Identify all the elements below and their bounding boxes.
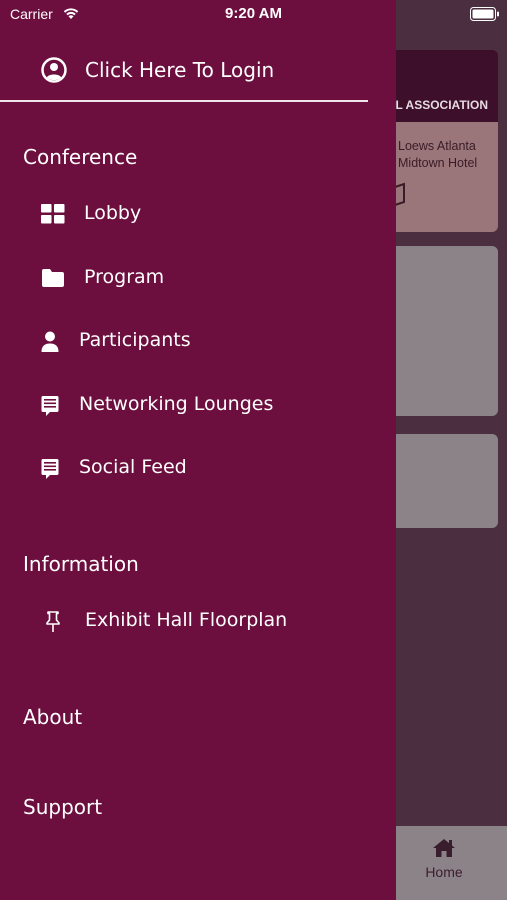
- event-banner-text: L ASSOCIATION: [395, 98, 488, 112]
- tab-home-label: Home: [425, 864, 463, 880]
- status-bar: Carrier 9:20 AM: [0, 0, 507, 30]
- clock: 9:20 AM: [225, 5, 282, 22]
- tab-home[interactable]: Home: [396, 838, 492, 880]
- chat-icon: [41, 395, 59, 421]
- content-card[interactable]: [380, 434, 498, 528]
- menu-item-label: Exhibit Hall Floorplan: [85, 609, 288, 631]
- chat-icon: [41, 458, 59, 484]
- pin-icon: [46, 611, 60, 637]
- menu-item-support[interactable]: Support: [23, 795, 102, 819]
- divider: [0, 100, 368, 102]
- event-card[interactable]: L ASSOCIATION Loews Atlanta Midtown Hote…: [380, 50, 498, 232]
- battery-icon: [470, 7, 500, 26]
- grid-icon: [41, 204, 65, 228]
- home-icon: [433, 839, 455, 857]
- menu-item-networking-lounges[interactable]: Networking Lounges: [0, 383, 396, 427]
- menu-item-label: Networking Lounges: [79, 393, 274, 415]
- user-circle-icon: [40, 56, 68, 88]
- venue-line-2: Midtown Hotel: [398, 156, 478, 170]
- menu-item-label: Social Feed: [79, 456, 187, 478]
- person-icon: [41, 331, 59, 357]
- menu-item-participants[interactable]: Participants: [0, 319, 396, 363]
- screen: L ASSOCIATION Loews Atlanta Midtown Hote…: [0, 0, 507, 900]
- folder-icon: [41, 268, 65, 292]
- menu-item-about[interactable]: About: [23, 705, 82, 729]
- menu-item-label: Program: [84, 266, 165, 288]
- menu-item-exhibit-hall-floorplan[interactable]: Exhibit Hall Floorplan: [0, 599, 396, 643]
- menu-item-program[interactable]: Program: [0, 256, 396, 300]
- menu-item-social-feed[interactable]: Social Feed: [0, 446, 396, 490]
- content-card[interactable]: [380, 246, 498, 416]
- navigation-drawer: Click Here To Login Conference Lobby Pro…: [0, 0, 396, 900]
- login-label: Click Here To Login: [85, 58, 275, 82]
- venue-text: Loews Atlanta Midtown Hotel: [398, 138, 477, 172]
- login-button[interactable]: Click Here To Login: [0, 48, 396, 92]
- menu-item-lobby[interactable]: Lobby: [0, 192, 396, 236]
- section-title-conference: Conference: [23, 145, 138, 169]
- section-title-information: Information: [23, 552, 139, 576]
- venue-line-1: Loews Atlanta: [398, 139, 476, 153]
- menu-item-label: Lobby: [84, 202, 142, 224]
- menu-item-label: Participants: [79, 329, 191, 351]
